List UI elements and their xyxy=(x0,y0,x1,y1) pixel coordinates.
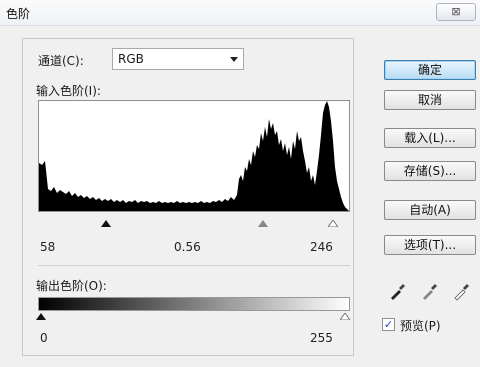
input-white-handle[interactable] xyxy=(328,220,338,227)
ok-button[interactable]: 确定 xyxy=(384,60,476,80)
close-button[interactable]: ⊠ xyxy=(436,3,476,21)
preview-label: 预览(P) xyxy=(400,319,441,333)
options-button[interactable]: 选项(T)... xyxy=(384,235,476,255)
gray-eyedropper-icon[interactable] xyxy=(420,281,440,301)
black-eyedropper-icon[interactable] xyxy=(388,281,408,301)
close-icon: ⊠ xyxy=(451,5,461,18)
input-levels-label: 输入色阶(I): xyxy=(36,84,101,98)
output-white-value[interactable]: 255 xyxy=(310,331,333,345)
channel-value: RGB xyxy=(118,52,144,66)
output-gradient-bar xyxy=(38,297,350,311)
output-levels-label: 输出色阶(O): xyxy=(36,279,107,293)
channel-select[interactable]: RGB xyxy=(112,48,244,70)
chevron-down-icon xyxy=(230,57,238,62)
save-button[interactable]: 存储(S)... xyxy=(384,161,476,181)
cancel-button[interactable]: 取消 xyxy=(384,90,476,110)
channel-label: 通道(C): xyxy=(36,52,86,69)
input-black-handle[interactable] xyxy=(101,220,111,227)
load-button[interactable]: 载入(L)... xyxy=(384,128,476,148)
histogram-graph xyxy=(39,101,349,211)
output-black-handle[interactable] xyxy=(36,313,46,320)
histogram xyxy=(38,100,350,212)
input-black-value[interactable]: 58 xyxy=(40,240,55,254)
preview-checkbox[interactable]: ✓ xyxy=(382,318,395,331)
auto-button[interactable]: 自动(A) xyxy=(384,200,476,220)
input-white-value[interactable]: 246 xyxy=(310,240,333,254)
output-slider[interactable] xyxy=(36,311,350,323)
input-gamma-value[interactable]: 0.56 xyxy=(174,240,201,254)
input-gray-handle[interactable] xyxy=(258,220,268,227)
output-white-handle[interactable] xyxy=(340,313,350,320)
window-title: 色阶 xyxy=(6,7,31,21)
white-eyedropper-icon[interactable] xyxy=(452,281,472,301)
histogram-shape xyxy=(39,101,349,211)
title-bar: 色阶 ⊠ xyxy=(0,0,480,26)
output-black-value[interactable]: 0 xyxy=(40,331,48,345)
divider xyxy=(38,265,350,266)
input-slider[interactable] xyxy=(40,213,348,229)
